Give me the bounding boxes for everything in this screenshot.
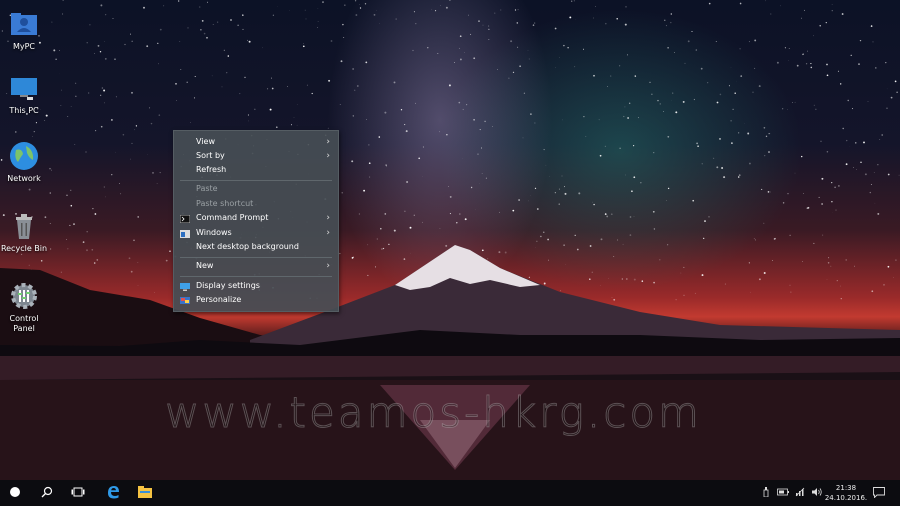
desktop-icon-control-panel[interactable]: Control Panel [0, 280, 48, 334]
menu-item-paste: Paste [196, 184, 218, 193]
menu-item-next-desktop-background[interactable]: Next desktop background [174, 240, 338, 254]
desktop-icon-recycle-bin[interactable]: Recycle Bin [0, 210, 48, 254]
desktop-icon-label: Control Panel [9, 314, 39, 333]
system-tray [763, 480, 823, 506]
command-prompt-icon [179, 214, 191, 224]
edge-browser-button[interactable] [98, 480, 128, 506]
menu-item-paste-shortcut: Paste shortcut [196, 199, 254, 208]
usb-device-icon[interactable] [763, 487, 769, 499]
menu-item-refresh[interactable]: Refresh [174, 163, 338, 177]
display-icon [180, 282, 190, 291]
menu-separator [180, 257, 332, 258]
action-center-button[interactable] [864, 480, 894, 506]
notifications-icon [873, 486, 885, 500]
battery-icon[interactable] [777, 488, 789, 498]
desktop-icon-mypc[interactable]: MyPC [0, 8, 48, 52]
computer-icon [8, 72, 40, 104]
clock-time: 21:38 [835, 484, 857, 492]
chevron-right-icon: › [326, 213, 330, 223]
menu-separator [180, 276, 332, 277]
menu-item-new[interactable]: New › [174, 259, 338, 273]
chevron-right-icon: › [326, 228, 330, 238]
menu-item-windows[interactable]: Windows › [174, 226, 338, 240]
menu-item-personalize[interactable]: Personalize [174, 293, 338, 307]
globe-icon [8, 140, 40, 172]
task-view-icon [71, 487, 85, 499]
network-status-icon[interactable] [795, 487, 805, 499]
edge-icon [106, 485, 120, 501]
search-button[interactable] [32, 480, 62, 506]
desktop-context-menu: View › Sort by › Refresh Paste Paste sho… [173, 130, 339, 312]
chevron-right-icon: › [326, 261, 330, 271]
file-explorer-icon [138, 486, 152, 500]
windows-app-icon [180, 229, 190, 238]
menu-item-display-settings[interactable]: Display settings [174, 279, 338, 293]
menu-item-command-prompt[interactable]: Command Prompt › [174, 211, 338, 225]
recycle-bin-icon [8, 210, 40, 242]
menu-item-sort-by[interactable]: Sort by › [174, 149, 338, 163]
start-button[interactable] [0, 480, 30, 506]
desktop-icon-label: This PC [9, 106, 39, 115]
desktop-icon-this-pc[interactable]: This PC [0, 72, 48, 116]
control-panel-icon [8, 280, 40, 312]
desktop-icon-network[interactable]: Network [0, 140, 48, 184]
taskbar-clock[interactable]: 21:38 24.10.2016. [824, 483, 868, 503]
desktop-wallpaper: www.teamos-hkrg.com [0, 0, 900, 480]
watermark-text: www.teamos-hkrg.com [165, 388, 702, 438]
chevron-right-icon: › [326, 137, 330, 147]
file-explorer-button[interactable] [130, 480, 160, 506]
personalize-icon [180, 296, 190, 304]
desktop-icon-label: Network [7, 174, 41, 183]
taskbar: 21:38 24.10.2016. [0, 480, 900, 506]
search-icon [41, 486, 53, 500]
desktop-icon-label: MyPC [12, 42, 36, 51]
desktop-icon-label: Recycle Bin [0, 244, 48, 253]
menu-item-view[interactable]: View › [174, 135, 338, 149]
clock-date: 24.10.2016. [824, 494, 868, 502]
task-view-button[interactable] [63, 480, 93, 506]
start-icon [9, 486, 21, 500]
menu-separator [180, 180, 332, 181]
volume-icon[interactable] [811, 487, 823, 499]
user-folder-icon [8, 8, 40, 40]
chevron-right-icon: › [326, 151, 330, 161]
